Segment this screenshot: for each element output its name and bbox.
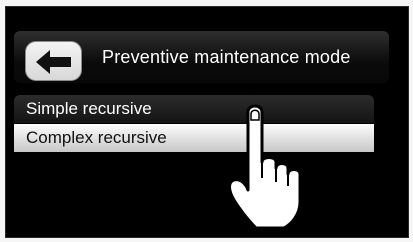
menu-item-simple-recursive[interactable]: Simple recursive [14,95,374,123]
back-button[interactable] [25,41,82,81]
screen-header: Preventive maintenance mode [14,31,389,83]
page-title: Preventive maintenance mode [102,47,351,67]
pointing-hand-icon [228,104,302,230]
menu-item-complex-recursive[interactable]: Complex recursive [14,124,374,152]
touch-screen: Preventive maintenance mode Simple recur… [5,6,409,238]
menu-list: Simple recursive Complex recursive [14,95,374,152]
device-frame: Preventive maintenance mode Simple recur… [0,0,413,242]
left-arrow-icon [36,50,71,74]
